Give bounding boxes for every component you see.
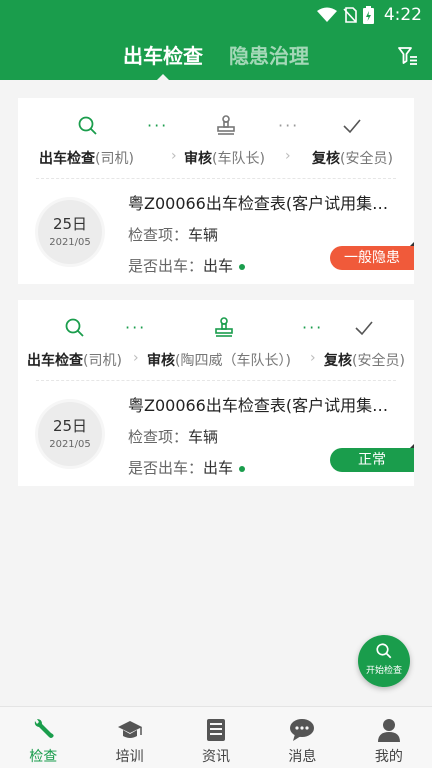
search-icon <box>376 643 392 659</box>
divider <box>36 178 396 179</box>
status-time: 4:22 <box>383 5 422 25</box>
bottom-nav: 检查 培训 资讯 消息 我的 <box>0 706 432 768</box>
status-dot <box>239 465 246 472</box>
status-badge: 一般隐患 <box>330 246 414 270</box>
app-header: 4:22 出车检查 隐患治理 <box>0 0 432 80</box>
nav-item-news[interactable]: 资讯 <box>173 707 259 768</box>
nav-item-profile[interactable]: 我的 <box>346 707 432 768</box>
inspection-item-row: 检查项：车辆 <box>128 428 219 446</box>
step-label-recheck: 复核(安全员) <box>312 151 393 167</box>
date-circle: 25日 2021/05 <box>38 402 102 466</box>
battery-charging-icon <box>362 6 374 24</box>
inspection-card[interactable]: ··· ··· 出车检查(司机) › 审核(陶四威（车队长）) › 复核(安全员… <box>18 300 414 486</box>
inspection-item-row: 检查项：车辆 <box>128 226 219 244</box>
tab-hazard-management[interactable]: 隐患治理 <box>229 40 309 69</box>
chevron-right-icon: › <box>310 350 316 366</box>
date-day: 25日 <box>52 215 88 233</box>
progress-dots: ··· <box>302 318 324 337</box>
status-dot <box>239 263 246 270</box>
approval-steps: ··· ··· 出车检查(司机) › 审核(车队长) › 复核(安全员) <box>18 98 414 172</box>
departure-row: 是否出车：出车 <box>128 255 246 276</box>
step-label-review: 审核(车队长) <box>184 151 265 167</box>
start-inspection-button[interactable]: 开始检查 <box>358 635 410 687</box>
user-icon <box>377 719 400 742</box>
nav-item-inspect[interactable]: 检查 <box>0 707 86 768</box>
filter-button[interactable] <box>396 44 420 68</box>
stamp-icon <box>217 115 235 135</box>
active-tab-indicator <box>157 74 169 80</box>
date-circle: 25日 2021/05 <box>38 200 102 264</box>
progress-dots: ··· <box>278 116 300 135</box>
chevron-right-icon: › <box>133 350 139 366</box>
nav-item-messages[interactable]: 消息 <box>259 707 345 768</box>
status-badge: 正常 <box>330 448 414 472</box>
step-label-recheck: 复核(安全员) <box>324 353 405 369</box>
no-sim-icon <box>343 7 357 23</box>
fab-label: 开始检查 <box>365 666 402 676</box>
wrench-icon <box>35 719 54 738</box>
step-label-review: 审核(陶四威（车队长）) <box>147 353 291 369</box>
date-day: 25日 <box>52 417 88 435</box>
chat-icon <box>290 719 315 741</box>
check-icon <box>355 321 373 336</box>
search-icon <box>65 318 84 337</box>
step-label-driver-check: 出车检查(司机) <box>39 151 134 167</box>
chevron-right-icon: › <box>171 148 177 164</box>
filter-icon <box>398 47 417 65</box>
search-icon <box>78 116 97 135</box>
step-label-driver-check: 出车检查(司机) <box>27 353 122 369</box>
check-icon <box>343 119 361 134</box>
date-year-month: 2021/05 <box>49 237 91 248</box>
nav-item-training[interactable]: 培训 <box>86 707 172 768</box>
progress-dots: ··· <box>125 318 147 337</box>
news-icon <box>207 719 226 741</box>
inspection-card[interactable]: ··· ··· 出车检查(司机) › 审核(车队长) › 复核(安全员) 25日… <box>18 98 414 284</box>
date-year-month: 2021/05 <box>49 439 91 450</box>
chevron-right-icon: › <box>285 148 291 164</box>
card-title: 粤Z00066出车检查表(客户试用集… <box>128 396 389 415</box>
graduation-cap-icon <box>117 721 142 738</box>
wifi-icon <box>316 7 337 22</box>
divider <box>36 380 396 381</box>
departure-row: 是否出车：出车 <box>128 457 246 478</box>
status-bar: 4:22 <box>0 0 432 30</box>
tab-vehicle-inspection[interactable]: 出车检查 <box>123 40 203 69</box>
stamp-icon <box>215 317 233 337</box>
card-title: 粤Z00066出车检查表(客户试用集… <box>128 194 389 213</box>
approval-steps: ··· ··· 出车检查(司机) › 审核(陶四威（车队长）) › 复核(安全员… <box>18 300 414 374</box>
progress-dots: ··· <box>147 116 169 135</box>
